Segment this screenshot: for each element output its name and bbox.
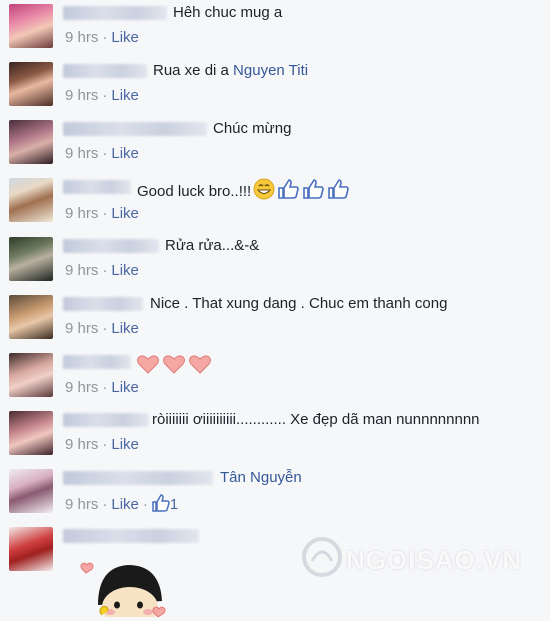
comment-text — [136, 353, 214, 379]
comment: Chúc mừng 9 hrs · Like — [0, 116, 550, 174]
timestamp[interactable]: 9 hrs — [65, 496, 98, 513]
comment: Tân Nguyễn 9 hrs · Like · 1 — [0, 465, 550, 523]
commenter-name[interactable] — [63, 6, 167, 20]
avatar[interactable] — [9, 411, 53, 455]
comment-text: Nice . That xung dang . Chuc em thanh co… — [150, 295, 448, 312]
like-link[interactable]: Like — [111, 379, 139, 396]
watermark-logo-icon — [300, 535, 344, 583]
separator: · — [102, 145, 108, 162]
like-link[interactable]: Like — [111, 496, 139, 513]
avatar[interactable] — [9, 469, 53, 513]
commenter-name[interactable] — [63, 471, 213, 485]
grin-emoji-icon — [253, 178, 275, 204]
avatar[interactable] — [9, 120, 53, 164]
commenter-name[interactable] — [63, 180, 131, 194]
separator: · — [102, 379, 108, 396]
comment-meta: 9 hrs · Like — [65, 87, 139, 104]
timestamp[interactable]: 9 hrs — [65, 262, 98, 279]
like-link[interactable]: Like — [111, 262, 139, 279]
like-link[interactable]: Like — [111, 205, 139, 222]
comment-text: Hêh chuc mug a — [173, 4, 283, 21]
like-link[interactable]: Like — [111, 145, 139, 162]
comment-meta: 9 hrs · Like — [65, 436, 139, 453]
comment-meta: 9 hrs · Like — [65, 262, 139, 279]
avatar[interactable] — [9, 237, 53, 281]
avatar[interactable] — [9, 295, 53, 339]
like-link[interactable]: Like — [111, 29, 139, 46]
avatar[interactable] — [9, 4, 53, 48]
like-count[interactable]: 1 — [170, 496, 178, 513]
comment-meta: 9 hrs · Like — [65, 320, 139, 337]
avatar[interactable] — [9, 178, 53, 222]
comment: ròiiiiiii ơiiiiiiiiii............ Xe đẹp… — [0, 407, 550, 465]
comment: Rua xe di a Nguyen Titi 9 hrs · Like — [0, 58, 550, 116]
mention-link[interactable]: Tân Nguyễn — [220, 469, 302, 486]
comment: Good luck bro..!!! 9 hrs · Like — [0, 174, 550, 232]
comment: Hêh chuc mug a 9 hrs · Like — [0, 0, 550, 58]
separator: · — [102, 320, 108, 337]
comment-meta: 9 hrs · Like — [65, 379, 139, 396]
comment: Nice . That xung dang . Chuc em thanh co… — [0, 291, 550, 349]
commenter-name[interactable] — [63, 529, 199, 543]
separator: · — [102, 496, 108, 513]
heart-icon — [162, 353, 186, 379]
separator: · — [102, 29, 108, 46]
comment: 9 hrs · Like — [0, 349, 550, 407]
avatar[interactable] — [9, 527, 53, 571]
timestamp[interactable]: 9 hrs — [65, 29, 98, 46]
comment-meta: 9 hrs · Like — [65, 29, 139, 46]
avatar[interactable] — [9, 62, 53, 106]
watermark: NGOISAO.VN — [346, 545, 523, 575]
heart-icon — [136, 353, 160, 379]
separator: · — [142, 496, 148, 513]
thumbs-up-icon — [327, 178, 350, 204]
comment: Rửa rửa...&-& 9 hrs · Like — [0, 233, 550, 291]
sticker-image — [80, 545, 180, 621]
timestamp[interactable]: 9 hrs — [65, 205, 98, 222]
like-link[interactable]: Like — [111, 320, 139, 337]
comment-text: Good luck bro..!!! — [137, 178, 350, 204]
timestamp[interactable]: 9 hrs — [65, 145, 98, 162]
commenter-name[interactable] — [63, 239, 159, 253]
comment-text: ròiiiiiii ơiiiiiiiiii............ Xe đẹp… — [152, 411, 480, 428]
separator: · — [102, 87, 108, 104]
mention-link[interactable]: Nguyen Titi — [233, 62, 308, 79]
comment-text: Chúc mừng — [213, 120, 292, 137]
comment-meta: 9 hrs · Like — [65, 205, 139, 222]
like-link[interactable]: Like — [111, 436, 139, 453]
separator: · — [102, 262, 108, 279]
like-count-icon — [152, 494, 170, 516]
timestamp[interactable]: 9 hrs — [65, 436, 98, 453]
timestamp[interactable]: 9 hrs — [65, 87, 98, 104]
thumbs-up-icon — [302, 178, 325, 204]
commenter-name[interactable] — [63, 64, 147, 78]
separator: · — [102, 205, 108, 222]
comment-text: Rửa rửa...&-& — [165, 237, 260, 254]
timestamp[interactable]: 9 hrs — [65, 320, 98, 337]
comment-text: Rua xe di a Nguyen Titi — [153, 62, 309, 79]
avatar[interactable] — [9, 353, 53, 397]
commenter-name[interactable] — [63, 122, 207, 136]
commenter-name[interactable] — [63, 355, 131, 369]
commenter-name[interactable] — [63, 297, 143, 311]
commenter-name[interactable] — [63, 413, 149, 427]
thumbs-up-icon — [277, 178, 300, 204]
timestamp[interactable]: 9 hrs — [65, 379, 98, 396]
like-link[interactable]: Like — [111, 87, 139, 104]
comment-meta: 9 hrs · Like · 1 — [65, 494, 178, 516]
heart-icon — [188, 353, 212, 379]
separator: · — [102, 436, 108, 453]
comment-thread: { "comments": [ {"text": "Hêh chuc mug a… — [0, 0, 550, 621]
comment-meta: 9 hrs · Like — [65, 145, 139, 162]
